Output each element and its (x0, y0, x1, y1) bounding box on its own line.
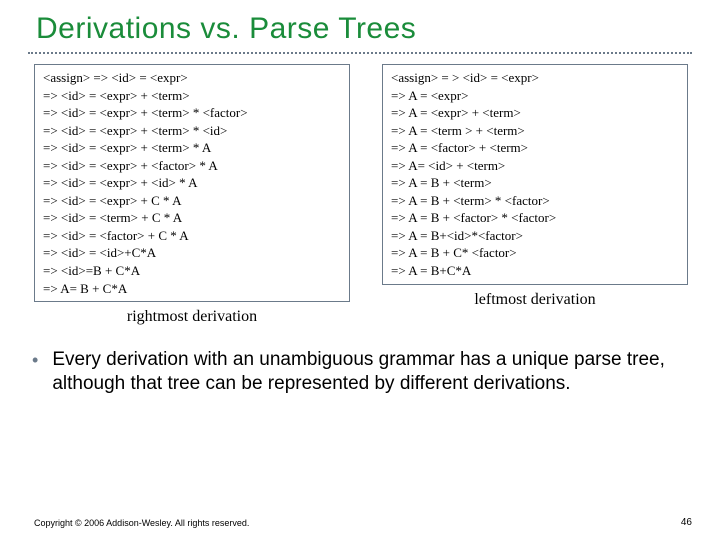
right-column: <assign> = > <id> = <expr> => A = <expr>… (382, 64, 688, 326)
copyright: Copyright © 2006 Addison-Wesley. All rig… (34, 518, 249, 528)
page-title: Derivations vs. Parse Trees (36, 12, 692, 46)
divider (28, 52, 692, 54)
bullet-text: Every derivation with an unambiguous gra… (52, 348, 688, 396)
bullet-list: • Every derivation with an unambiguous g… (32, 348, 688, 396)
rightmost-derivation-box: <assign> => <id> = <expr> => <id> = <exp… (34, 64, 350, 302)
list-item: • Every derivation with an unambiguous g… (32, 348, 688, 396)
left-column: <assign> => <id> = <expr> => <id> = <exp… (34, 64, 350, 326)
bullet-icon: • (32, 348, 38, 372)
page-number: 46 (681, 517, 692, 528)
slide: Derivations vs. Parse Trees <assign> => … (0, 0, 720, 540)
columns: <assign> => <id> = <expr> => <id> = <exp… (28, 64, 692, 326)
rightmost-caption: rightmost derivation (34, 308, 350, 326)
leftmost-derivation-box: <assign> = > <id> = <expr> => A = <expr>… (382, 64, 688, 285)
leftmost-caption: leftmost derivation (382, 291, 688, 309)
